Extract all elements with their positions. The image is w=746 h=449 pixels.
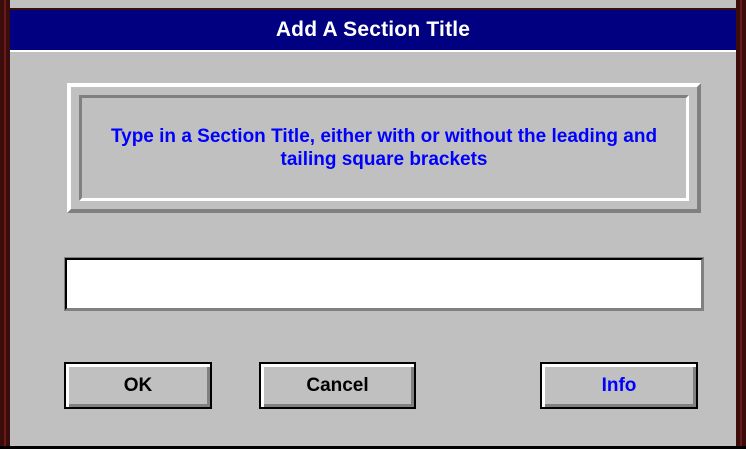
- ok-button[interactable]: OK: [64, 362, 212, 409]
- ok-button-label: OK: [123, 374, 153, 396]
- section-title-input[interactable]: [64, 257, 704, 311]
- dialog-window: Add A Section Title Type in a Section Ti…: [0, 0, 746, 449]
- dialog-body: Type in a Section Title, either with or …: [10, 50, 736, 447]
- cancel-button[interactable]: Cancel: [259, 362, 416, 409]
- instruction-text: Type in a Section Title, either with or …: [110, 126, 658, 170]
- message-panel-inner: Type in a Section Title, either with or …: [79, 95, 689, 201]
- info-button[interactable]: Info: [540, 362, 698, 409]
- info-button-label: Info: [601, 374, 637, 396]
- window-frame-left: [0, 0, 10, 449]
- title-bar[interactable]: Add A Section Title: [10, 8, 736, 50]
- window-title: Add A Section Title: [275, 18, 471, 41]
- message-panel: Type in a Section Title, either with or …: [67, 83, 701, 213]
- cancel-button-label: Cancel: [306, 374, 369, 396]
- window-frame-right: [736, 0, 746, 449]
